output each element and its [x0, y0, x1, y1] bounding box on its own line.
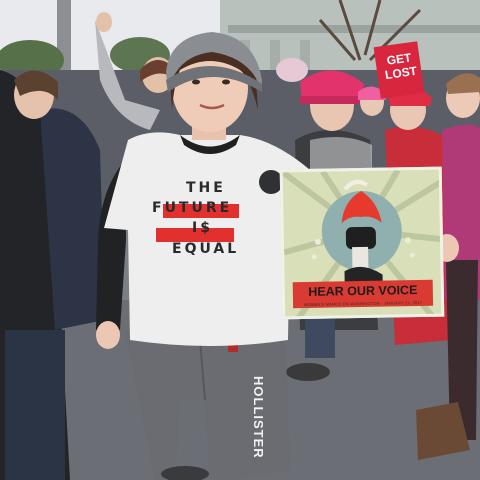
protest-photo: GET LOST THE FUTURE I$ EQUAL HOLLISTER H…: [0, 0, 480, 480]
background-sign-text: GET LOST: [378, 49, 422, 82]
shirt-text-future: FUTURE: [152, 200, 233, 216]
sweatpants-print: HOLLISTER: [251, 376, 266, 459]
hear-our-voice-poster: HEAR OUR VOICE WOMEN'S MARCH ON WASHINGT…: [279, 166, 445, 320]
poster-headline-bar: HEAR OUR VOICE WOMEN'S MARCH ON WASHINGT…: [292, 279, 434, 309]
poster-headline: HEAR OUR VOICE: [308, 283, 418, 299]
shirt-text-the: THE: [186, 180, 226, 196]
shirt-text-is: I$: [192, 220, 213, 236]
shirt-text-equal: EQUAL: [172, 241, 240, 257]
